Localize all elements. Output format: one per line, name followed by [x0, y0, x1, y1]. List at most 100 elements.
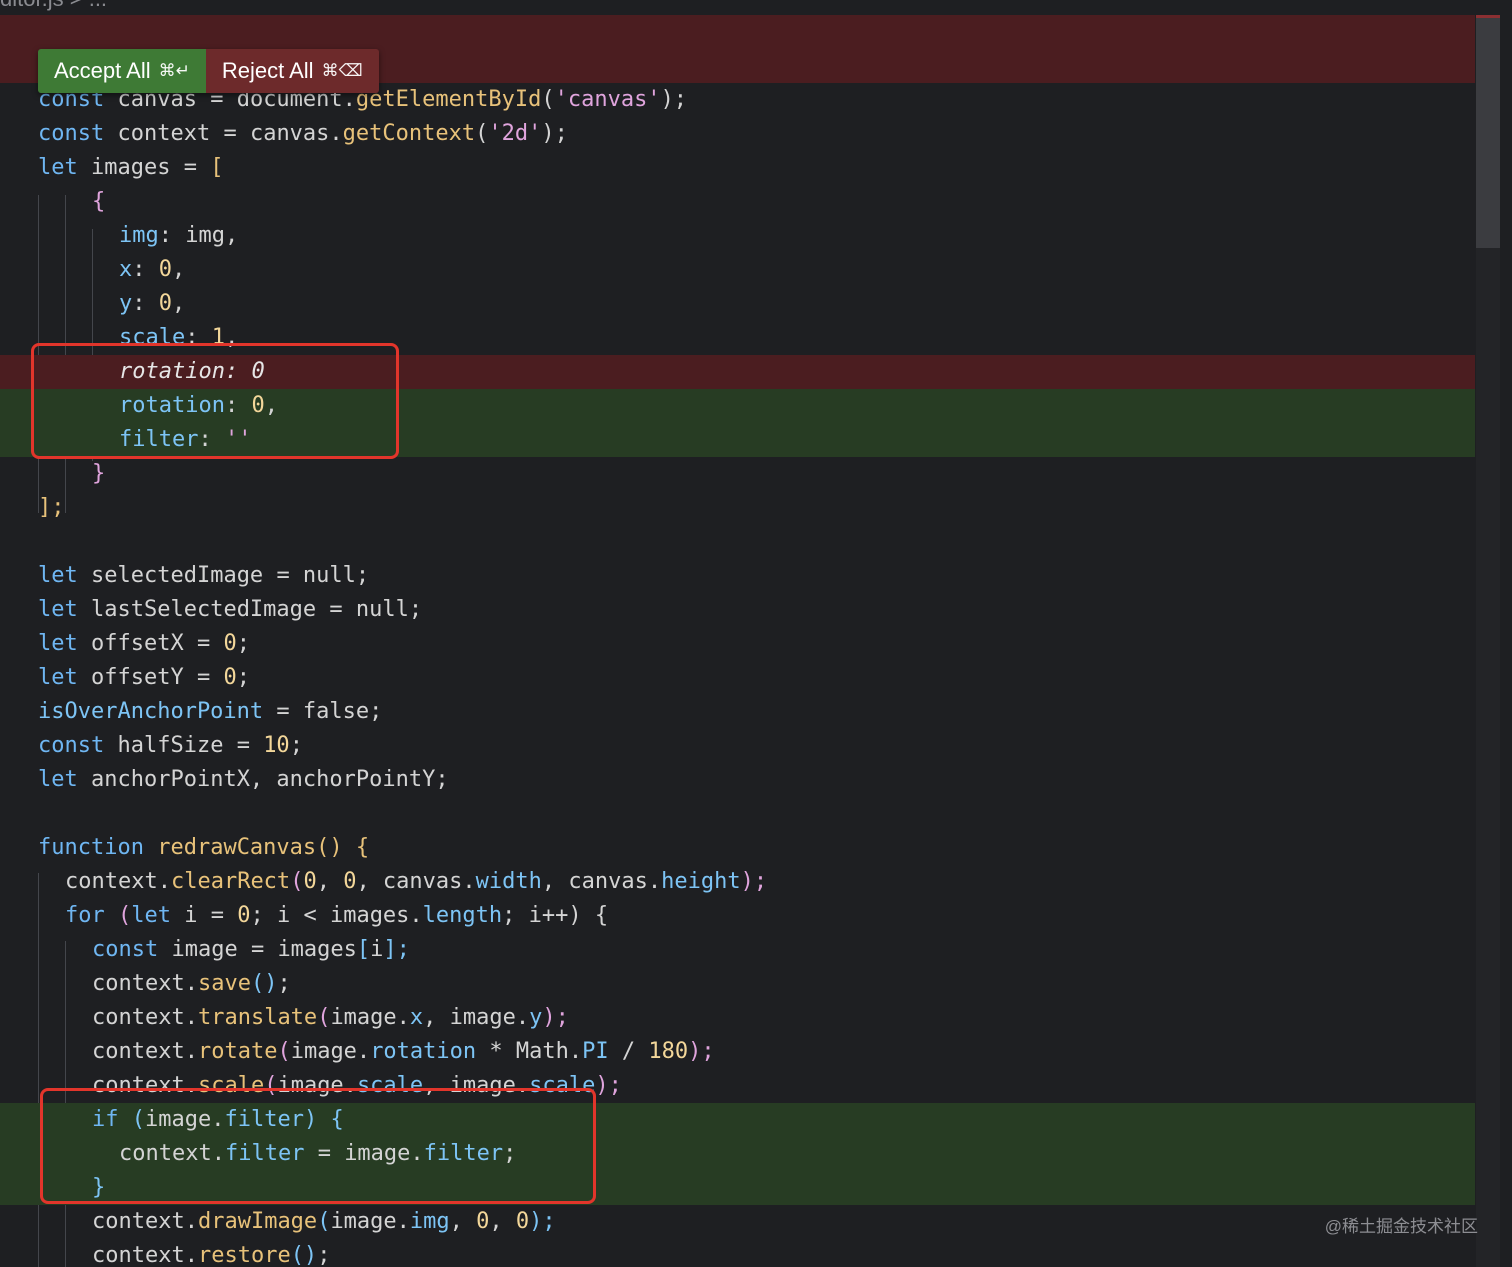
code-token: restore — [197, 1243, 291, 1267]
accept-all-button[interactable]: Accept All ⌘↵ — [38, 49, 206, 93]
code-token: img — [119, 223, 159, 248]
code-token: x — [409, 1005, 424, 1030]
diff-action-toolbar: Accept All ⌘↵ Reject All ⌘⌫ — [38, 49, 379, 93]
code-token: '2d' — [488, 121, 542, 146]
code-line: x: 0, — [0, 253, 1475, 287]
code-token: ; i++) { — [502, 903, 609, 928]
code-token: null; — [289, 563, 370, 588]
code-token: 0 — [515, 1209, 530, 1234]
code-token: , — [489, 1209, 516, 1234]
code-token: ); — [542, 1005, 569, 1030]
code-token: = — [223, 121, 237, 146]
scrollbar-thumb[interactable] — [1476, 18, 1500, 248]
code-token: , — [172, 257, 186, 282]
code-token: ]; — [38, 495, 65, 520]
breadcrumb-file[interactable]: ditor.js — [0, 0, 64, 11]
reject-all-label: Reject All — [221, 58, 314, 83]
code-line: let selectedImage = null; — [0, 559, 1475, 593]
code-token: selectedImage — [77, 563, 277, 588]
code-token: context — [104, 121, 224, 146]
code-token: save — [197, 971, 251, 996]
reject-all-button[interactable]: Reject All ⌘⌫ — [205, 49, 379, 93]
code-token: ; — [236, 631, 250, 656]
code-token: ( — [277, 1039, 291, 1064]
code-token: const — [38, 733, 105, 758]
code-token: () — [290, 1243, 318, 1267]
code-line: let images = [ — [0, 151, 1475, 185]
code-token: let — [38, 767, 78, 792]
code-token: anchorPointX, anchorPointY; — [77, 767, 449, 792]
highlight-box — [40, 1088, 596, 1204]
code-token: / — [608, 1039, 649, 1064]
code-token: [ — [210, 155, 224, 180]
code-token: let — [38, 665, 78, 690]
code-line: y: 0, — [0, 287, 1475, 321]
code-token: ]; — [383, 937, 410, 962]
code-token: halfSize — [104, 733, 237, 758]
code-token: 0 — [303, 869, 317, 894]
code-token: } — [92, 461, 106, 486]
code-token: 0 — [223, 631, 237, 656]
code-line: for (let i = 0; i < images.length; i++) … — [0, 899, 1475, 933]
code-token: ); — [688, 1039, 715, 1064]
code-token: , canvas. — [356, 869, 476, 894]
code-token: 0 — [343, 869, 357, 894]
code-token: : — [132, 291, 159, 316]
code-token: = false; — [263, 699, 383, 724]
code-token: context. — [92, 1039, 198, 1064]
code-token: ( — [475, 121, 489, 146]
code-line: const image = images[i]; — [0, 933, 1475, 967]
code-token: x — [119, 257, 133, 282]
code-token: 0 — [476, 1209, 490, 1234]
code-line: context.save(); — [0, 967, 1475, 1001]
code-token: let — [38, 597, 78, 622]
code-token: * Math. — [476, 1039, 583, 1064]
code-token: images — [77, 155, 184, 180]
code-token: () — [250, 971, 278, 996]
code-token: ( — [290, 869, 304, 894]
code-token: , — [172, 291, 186, 316]
code-token: image. — [330, 1005, 410, 1030]
code-token: ; — [317, 1243, 331, 1267]
code-token: ; — [289, 733, 303, 758]
code-token: , — [449, 1209, 477, 1234]
code-token: = — [196, 665, 211, 690]
code-token: () — [316, 835, 343, 860]
code-token: for — [65, 903, 105, 928]
code-token: length — [422, 903, 503, 928]
code-editor[interactable]: const canvas = document.getElementById('… — [0, 15, 1475, 1267]
code-token: , — [316, 869, 344, 894]
breadcrumb[interactable]: ditor.js > ... — [0, 0, 107, 11]
code-token: let — [38, 155, 78, 180]
code-line: context.restore(); — [0, 1239, 1475, 1267]
code-line: } — [0, 457, 1475, 491]
accept-all-label: Accept All — [54, 58, 151, 83]
code-token: ( — [317, 1209, 331, 1234]
reject-shortcut-icon: ⌘⌫ — [321, 61, 363, 80]
code-token: 0 — [158, 291, 172, 316]
code-token: ( — [317, 1005, 331, 1030]
code-token: height — [661, 869, 741, 894]
code-line: isOverAnchorPoint = false; — [0, 695, 1475, 729]
code-token: PI — [582, 1039, 609, 1064]
code-token: lastSelectedImage — [77, 597, 330, 622]
code-line: let anchorPointX, anchorPointY; — [0, 763, 1475, 797]
code-token: ; — [236, 665, 250, 690]
code-line: const context = canvas.getContext('2d'); — [0, 117, 1475, 151]
code-token: 'canvas' — [554, 87, 661, 112]
code-token: rotate — [197, 1039, 278, 1064]
code-token: = — [236, 733, 250, 758]
code-token: image = images — [158, 937, 357, 962]
code-token: const — [38, 121, 105, 146]
code-token: null; — [342, 597, 423, 622]
breadcrumb-more[interactable]: ... — [89, 0, 107, 11]
code-line: let offsetX = 0; — [0, 627, 1475, 661]
code-token: ( — [541, 87, 555, 112]
code-token: const — [92, 937, 159, 962]
code-token: translate — [197, 1005, 318, 1030]
code-token: let — [131, 903, 171, 928]
